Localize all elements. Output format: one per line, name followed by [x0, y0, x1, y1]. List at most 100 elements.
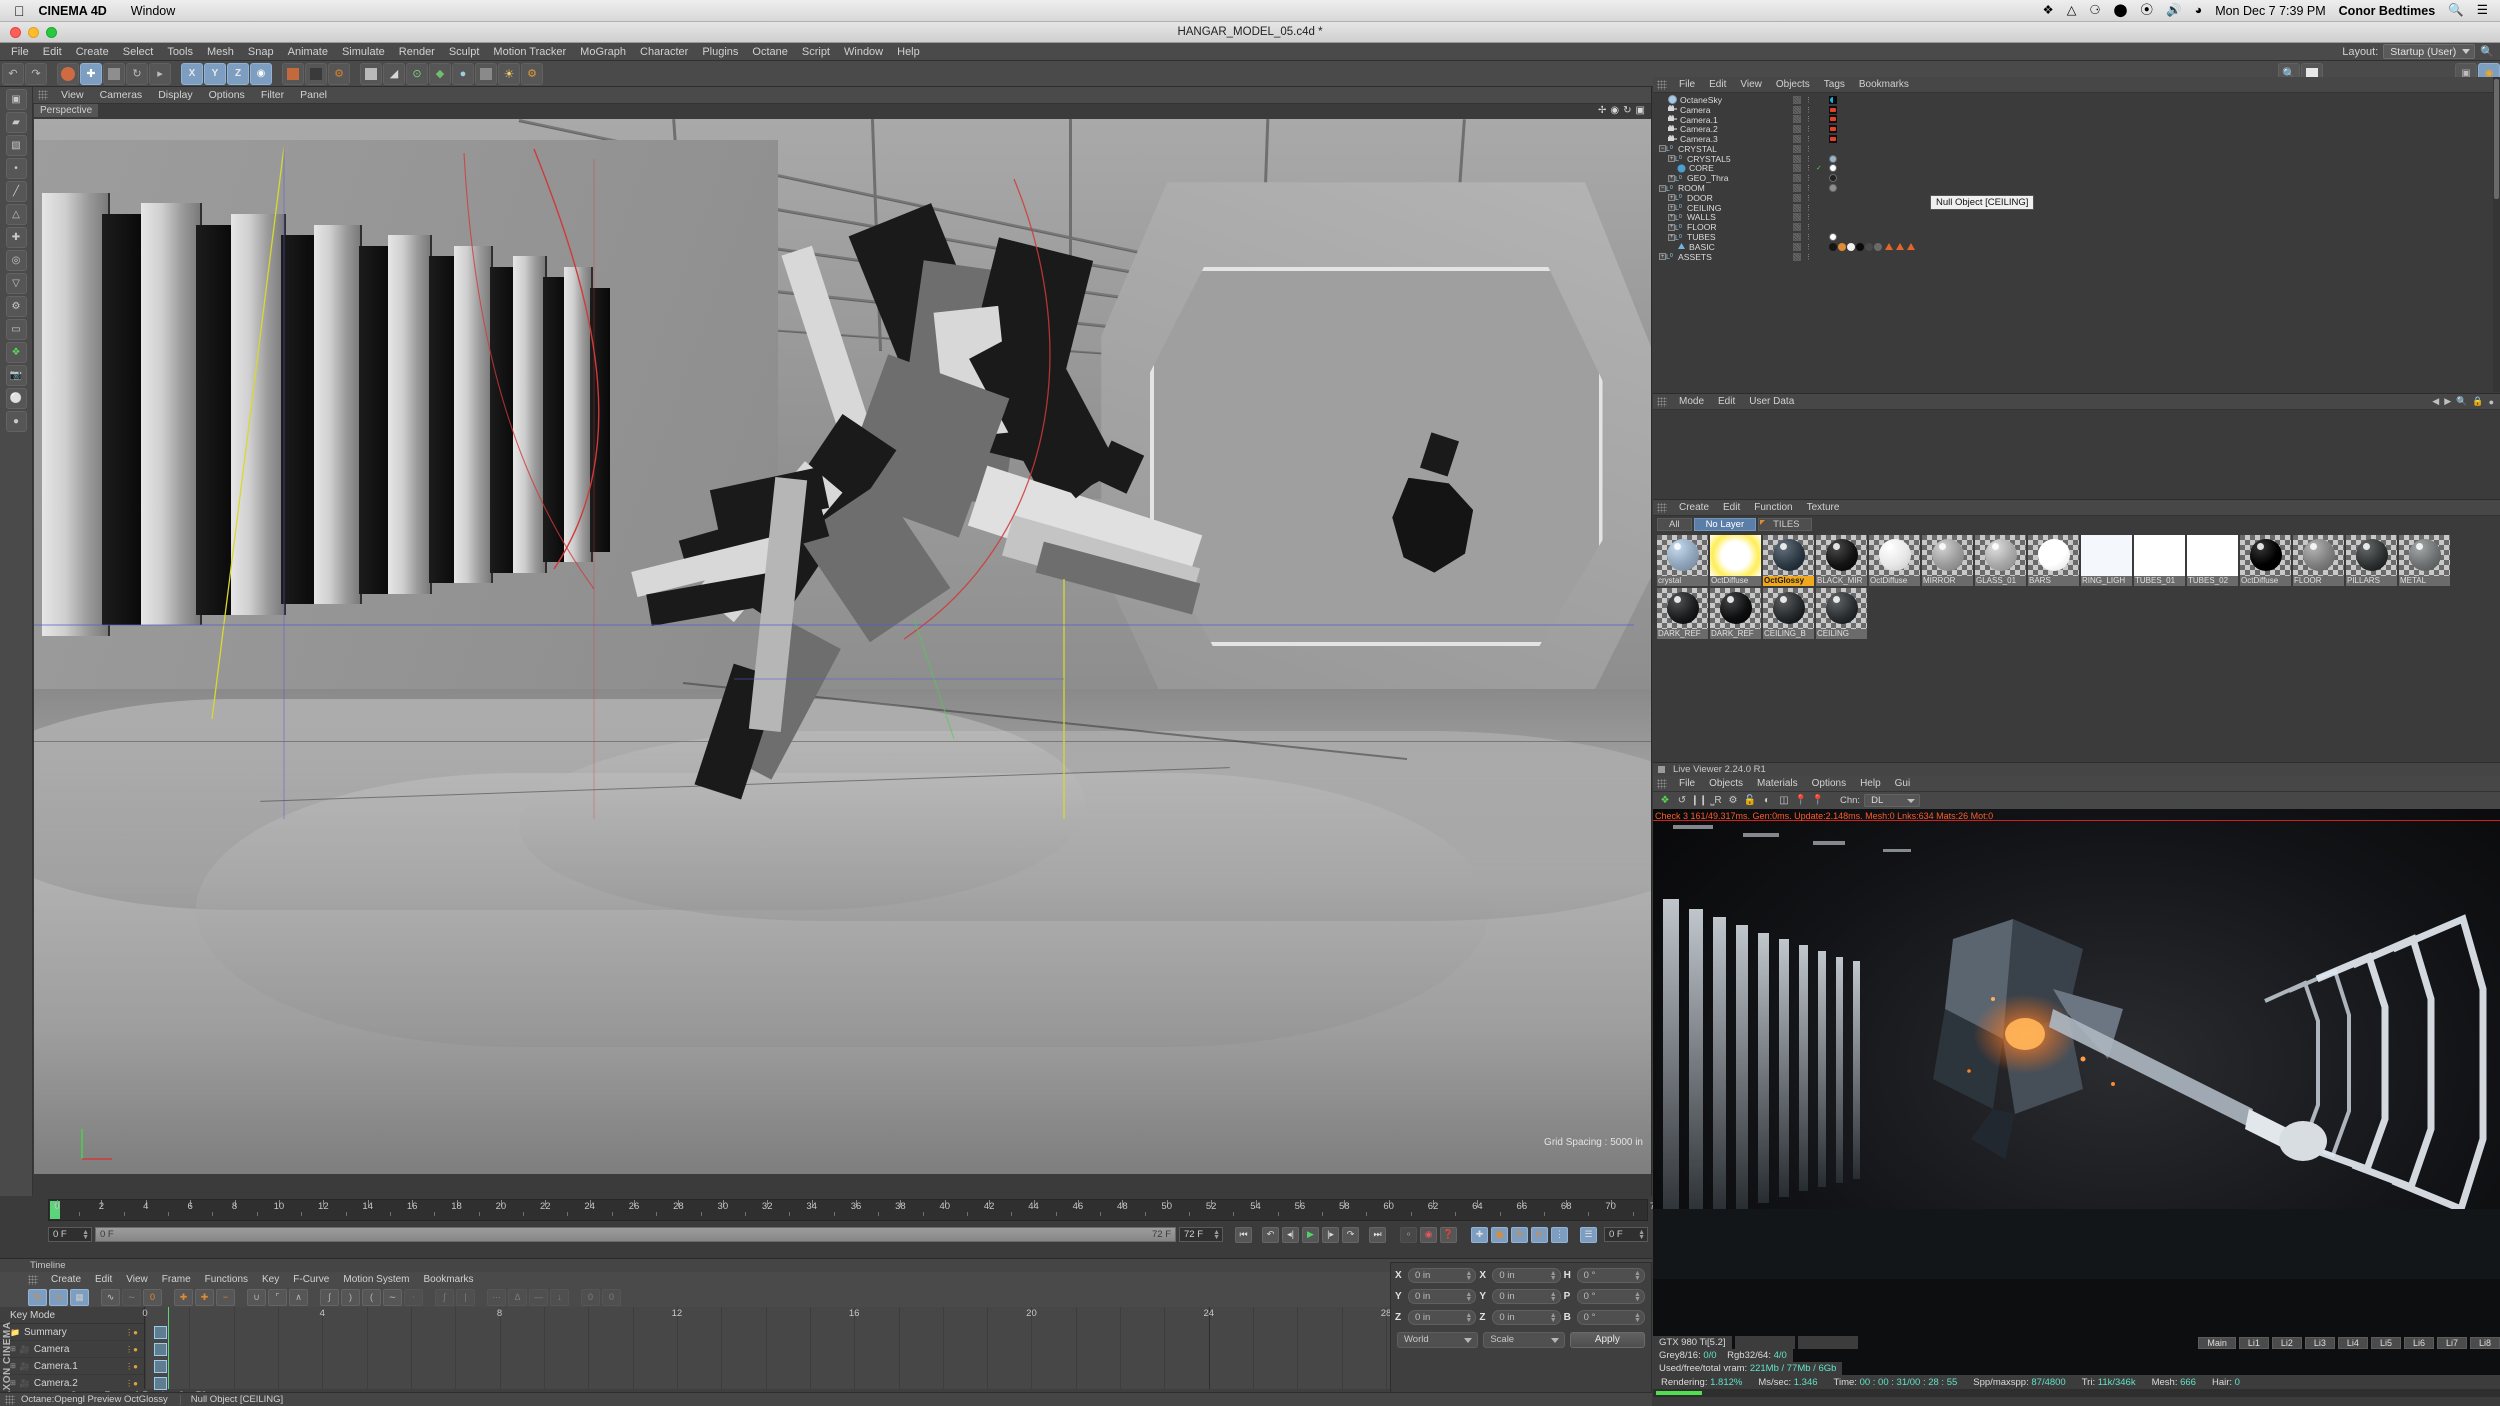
stepper-icon[interactable]: ▲ ▼: [1465, 1312, 1472, 1324]
lv-menu-materials[interactable]: Materials: [1750, 778, 1805, 789]
object-enable-dots[interactable]: ⋮: [1805, 213, 1813, 221]
search-icon[interactable]: 🔍: [2448, 4, 2464, 17]
object-manager-scrollbar[interactable]: [2493, 77, 2500, 392]
material-thumbnail[interactable]: [2028, 535, 2079, 576]
material-cell[interactable]: RING_LIGH: [2081, 535, 2132, 586]
object-row[interactable]: + L 0 GEO_Thra ⋮: [1653, 173, 2500, 183]
timeline-toggle-button[interactable]: ☰: [1580, 1226, 1597, 1243]
object-enable-dots[interactable]: ⋮: [1805, 164, 1813, 172]
attrmgr-menu-mode[interactable]: Mode: [1672, 396, 1711, 407]
camera-tag-icon[interactable]: [1829, 105, 1837, 114]
object-visibility-dots[interactable]: [1793, 203, 1801, 212]
material-name-label[interactable]: OctDiffuse: [2240, 576, 2291, 586]
expander-minus-icon[interactable]: −: [1659, 184, 1666, 192]
timeline-menu-edit[interactable]: Edit: [88, 1274, 119, 1285]
material-tag-icon[interactable]: [1829, 174, 1837, 183]
material-name-label[interactable]: RING_LIGH: [2081, 576, 2132, 586]
objmgr-menu-objects[interactable]: Objects: [1769, 79, 1817, 90]
material-thumbnail[interactable]: [1816, 588, 1867, 629]
next-frame-button[interactable]: |▸: [1322, 1226, 1339, 1243]
cursor-tool[interactable]: ▸: [149, 62, 171, 85]
material-name-label[interactable]: DARK_REF: [1710, 629, 1761, 639]
render-pass-button[interactable]: Main: [2198, 1337, 2236, 1349]
object-tag-strip[interactable]: [1829, 154, 1837, 163]
viewport-menu-view[interactable]: View: [53, 89, 92, 101]
end-frame-field[interactable]: 72 F ▲ ▼: [1179, 1227, 1223, 1242]
object-enable-dots[interactable]: ⋮: [1805, 223, 1813, 231]
menu-create[interactable]: Create: [69, 43, 116, 61]
material-thumbnail[interactable]: [1763, 535, 1814, 576]
ease-out-button[interactable]: ): [341, 1288, 360, 1306]
object-visibility-dots[interactable]: [1793, 135, 1801, 144]
add-environment-button[interactable]: ●: [452, 62, 474, 85]
matmgr-menu-edit[interactable]: Edit: [1716, 502, 1747, 513]
droplet-icon[interactable]: ⬤: [2114, 4, 2128, 17]
live-viewer-render-output[interactable]: Check 3 161/49.317ms. Gen:0ms. Update:2.…: [1653, 809, 2500, 1375]
expander-plus-icon[interactable]: +: [1668, 223, 1675, 231]
expander-plus-icon[interactable]: +: [1668, 204, 1675, 212]
size-z-input[interactable]: 0 in ▲ ▼: [1492, 1310, 1561, 1325]
pause-icon[interactable]: ❙❙: [1691, 794, 1708, 808]
material-name-label[interactable]: METAL: [2399, 576, 2450, 586]
scale-tool[interactable]: [103, 62, 125, 85]
menu-window[interactable]: Window: [837, 43, 890, 61]
camera-tag-icon[interactable]: [1829, 125, 1837, 134]
object-visibility-dots[interactable]: [1793, 164, 1801, 173]
zoom-view-icon[interactable]: ◉: [1610, 105, 1619, 116]
material-tab-no-layer[interactable]: No Layer: [1693, 518, 1757, 531]
macos-menu-window[interactable]: Window: [121, 4, 185, 18]
remove-key-button[interactable]: −: [216, 1288, 235, 1306]
viewport-solo-button[interactable]: ◎: [5, 250, 27, 271]
object-enable-dots[interactable]: ⋮: [1805, 184, 1813, 192]
break-tangent-button[interactable]: ⋅: [404, 1288, 423, 1306]
material-thumbnail[interactable]: [2134, 535, 2185, 576]
lock-icon[interactable]: 🔓: [1743, 794, 1757, 808]
timeline-keyframe[interactable]: [154, 1360, 168, 1373]
add-keys-button[interactable]: ✚: [195, 1288, 214, 1306]
timeline-menu-motion-system[interactable]: Motion System: [336, 1274, 416, 1285]
object-row[interactable]: + L 0 CRYSTAL5 ⋮: [1653, 154, 2500, 164]
stepper-icon[interactable]: ▲ ▼: [1634, 1312, 1641, 1324]
render-pass-buttons[interactable]: Main Li1 Li2 Li3 Li4 Li5 Li6 Li7 Li8: [2198, 1337, 2500, 1349]
material-cell[interactable]: crystal: [1657, 535, 1708, 586]
size-y-input[interactable]: 0 in ▲ ▼: [1492, 1289, 1561, 1304]
google-drive-icon[interactable]: △: [2067, 4, 2077, 17]
stepper-icon[interactable]: ▲ ▼: [1638, 1229, 1645, 1241]
material-tab-tiles[interactable]: TILES: [1758, 518, 1812, 531]
deformers-button[interactable]: ◆: [429, 62, 451, 85]
world-coordinate-button[interactable]: ◉: [250, 62, 272, 85]
menu-mesh[interactable]: Mesh: [200, 43, 241, 61]
add-light-button[interactable]: ☀: [498, 62, 520, 85]
snap-keys-button[interactable]: ∣: [456, 1288, 475, 1306]
generators-button[interactable]: ⊙: [406, 62, 428, 85]
material-cell[interactable]: CEILING_B: [1763, 588, 1814, 639]
viewport-panel[interactable]: ▣ ▰ ▧ • ╱ △ ✚ ◎ ▽ ⚙ ▭ ❖ 📷 ⚪ ● View Camer…: [0, 87, 1652, 1196]
material-tag-icon[interactable]: [1829, 242, 1837, 251]
render-pass-button[interactable]: Li2: [2271, 1337, 2302, 1349]
preview-range-bar[interactable]: 0 F 72 F: [95, 1227, 1176, 1242]
coordinate-system-select[interactable]: World: [1397, 1332, 1479, 1348]
material-thumbnail[interactable]: [1975, 535, 2026, 576]
pan-view-icon[interactable]: ✢: [1598, 105, 1606, 116]
object-visibility-dots[interactable]: [1793, 154, 1801, 163]
menu-help[interactable]: Help: [890, 43, 927, 61]
object-row[interactable]: + L 0 TUBES ⋮: [1653, 232, 2500, 242]
menu-edit[interactable]: Edit: [36, 43, 69, 61]
linear-tangent-button[interactable]: ∼: [122, 1288, 141, 1306]
undo-button[interactable]: ↶: [2, 62, 24, 85]
object-tag-strip[interactable]: [1829, 233, 1837, 242]
expander-plus-icon[interactable]: +: [1668, 155, 1675, 163]
rotate-tool[interactable]: ↻: [126, 62, 148, 85]
camera-tag-icon[interactable]: [1829, 115, 1837, 124]
go-to-end-button[interactable]: ⏭: [1369, 1226, 1386, 1243]
object-tag-strip[interactable]: [1829, 174, 1837, 183]
workplane-button[interactable]: ▭: [5, 319, 27, 340]
object-visibility-dots[interactable]: [1793, 193, 1801, 202]
object-enable-dots[interactable]: ⋮: [1805, 96, 1813, 104]
object-visibility-dots[interactable]: [1793, 174, 1801, 183]
linear-interpolation-button[interactable]: ∧: [289, 1288, 308, 1306]
macos-user-name[interactable]: Conor Bedtimes: [2339, 4, 2436, 18]
object-row[interactable]: + L 0 FLOOR ⋮: [1653, 222, 2500, 232]
material-thumbnail[interactable]: [1710, 588, 1761, 629]
object-enable-dots[interactable]: ⋮: [1805, 253, 1813, 261]
